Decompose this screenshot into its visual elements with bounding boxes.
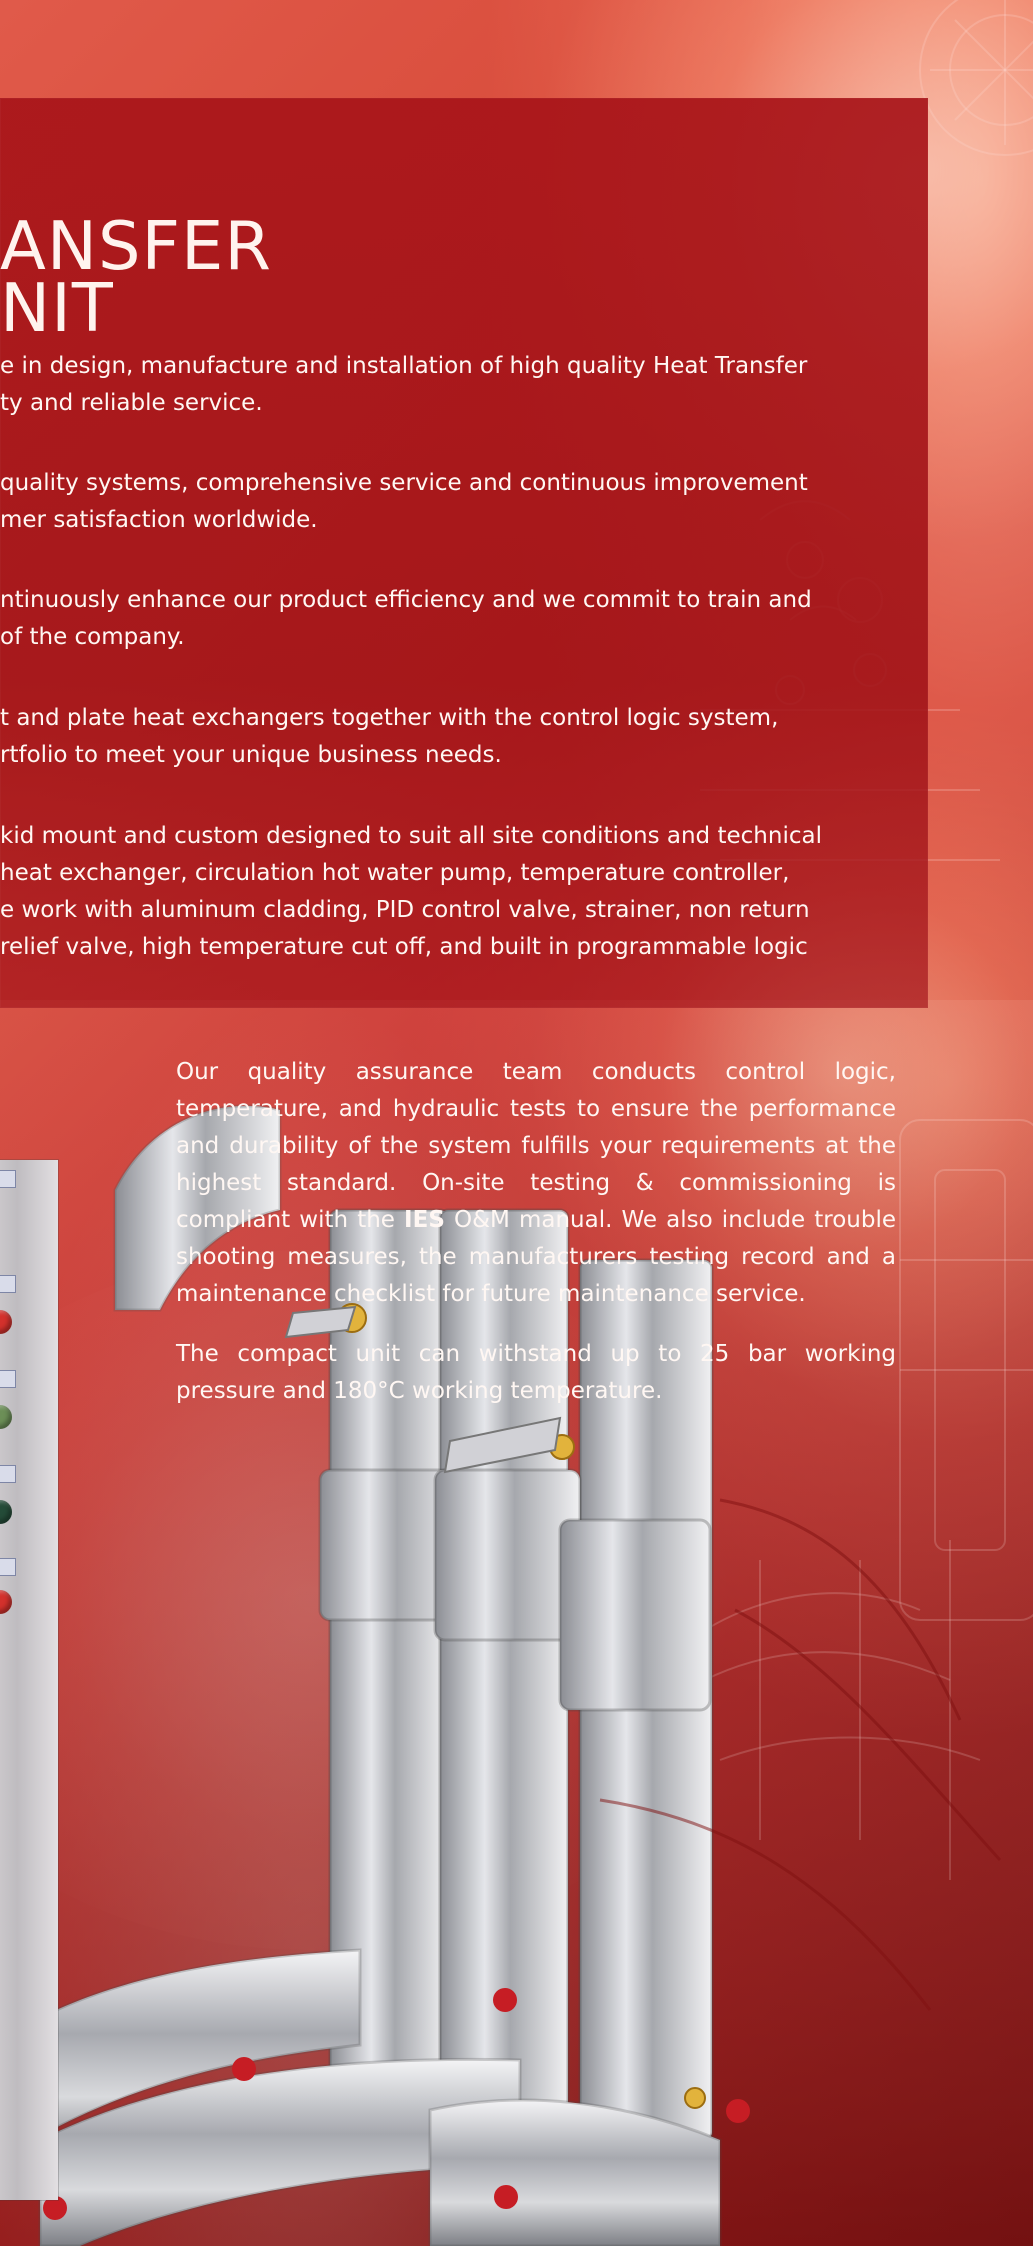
title-line: NIT — [0, 269, 114, 347]
cabinet-label-1 — [0, 1170, 16, 1188]
intro-line: rtfolio to meet your unique business nee… — [0, 742, 502, 768]
quality-assurance-copy: Our quality assurance team conducts cont… — [176, 1054, 896, 1410]
ies-highlight: IES — [404, 1207, 445, 1233]
pressure-paragraph: The compact unit can withstand up to 25 … — [176, 1341, 896, 1404]
intro-line: of the company. — [0, 624, 185, 650]
intro-line: relief valve, high temperature cut off, … — [0, 934, 808, 960]
green-control-button-icon — [0, 1405, 12, 1429]
intro-line: t and plate heat exchangers together wit… — [0, 705, 779, 731]
intro-line: e in design, manufacture and installatio… — [0, 353, 808, 379]
quality-paragraph: Our quality assurance team conducts cont… — [176, 1054, 896, 1313]
page-title: ANSFER NIT — [0, 207, 320, 347]
control-cabinet — [0, 1160, 58, 2200]
red-control-button-icon — [0, 1590, 12, 1614]
intro-line: e work with aluminum cladding, PID contr… — [0, 897, 810, 923]
intro-line: ntinuously enhance our product efficienc… — [0, 587, 812, 613]
intro-line: mer satisfaction worldwide. — [0, 507, 318, 533]
title-line: ANSFER — [0, 207, 272, 285]
cabinet-label-4 — [0, 1465, 16, 1483]
intro-line: quality systems, comprehensive service a… — [0, 470, 808, 496]
intro-line: kid mount and custom designed to suit al… — [0, 823, 822, 849]
intro-line: heat exchanger, circulation hot water pu… — [0, 860, 790, 886]
brochure-page: ANSFER NIT e in design, manufacture and … — [0, 0, 1033, 2246]
red-control-button-icon — [0, 1310, 12, 1334]
intro-copy: e in design, manufacture and installatio… — [0, 348, 900, 966]
intro-line: ty and reliable service. — [0, 390, 263, 416]
dark-control-button-icon — [0, 1500, 12, 1524]
cabinet-label-2 — [0, 1275, 16, 1293]
cabinet-label-5 — [0, 1558, 16, 1576]
cabinet-label-3 — [0, 1370, 16, 1388]
